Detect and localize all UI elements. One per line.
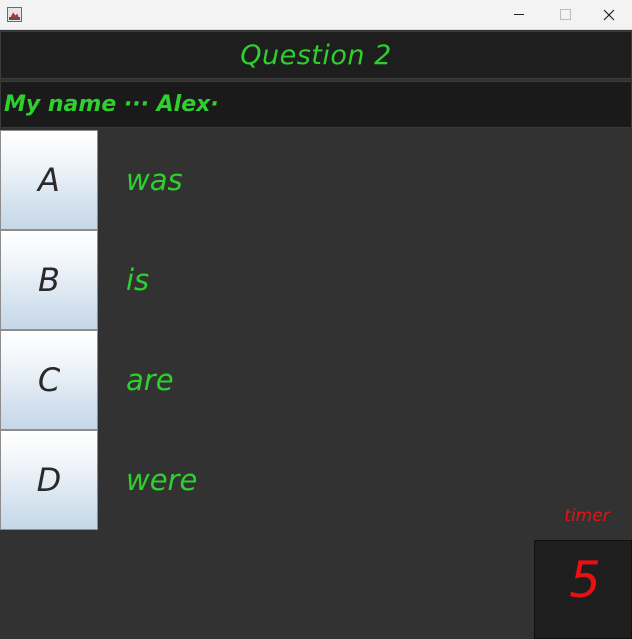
answer-b-letter: B (38, 261, 60, 299)
answer-c-button[interactable]: C (0, 330, 98, 430)
answer-b-button[interactable]: B (0, 230, 98, 330)
question-title: Question 2 (240, 39, 392, 71)
answer-c-text: are (126, 363, 174, 397)
answer-a-button[interactable]: A (0, 130, 98, 230)
question-header: Question 2 (0, 31, 632, 79)
answer-d-button[interactable]: D (0, 430, 98, 530)
answer-row-a: A was (0, 130, 632, 230)
java-app-icon (7, 7, 22, 22)
close-icon (603, 9, 615, 20)
minimize-icon (514, 14, 524, 15)
answer-a-letter: A (38, 161, 60, 199)
maximize-button[interactable] (542, 0, 588, 29)
title-bar[interactable] (0, 0, 632, 30)
question-text-bar: My name ··· Alex· (0, 81, 632, 128)
quiz-window: Question 2 My name ··· Alex· A was B is … (0, 0, 632, 639)
answer-d-letter: D (36, 461, 62, 499)
timer-label: timer (564, 506, 610, 526)
timer-value: 5 (569, 550, 601, 609)
answer-b-text: is (126, 263, 150, 297)
minimize-button[interactable] (496, 0, 542, 29)
answer-c-letter: C (37, 361, 61, 399)
maximize-icon (559, 9, 571, 20)
answer-row-c: C are (0, 330, 632, 430)
timer-box: 5 (534, 540, 632, 639)
answer-d-text: were (126, 463, 198, 497)
close-button[interactable] (586, 0, 632, 29)
answer-row-d: D were (0, 430, 632, 530)
answer-a-text: was (126, 163, 183, 197)
question-text: My name ··· Alex· (4, 92, 219, 117)
answer-row-b: B is (0, 230, 632, 330)
